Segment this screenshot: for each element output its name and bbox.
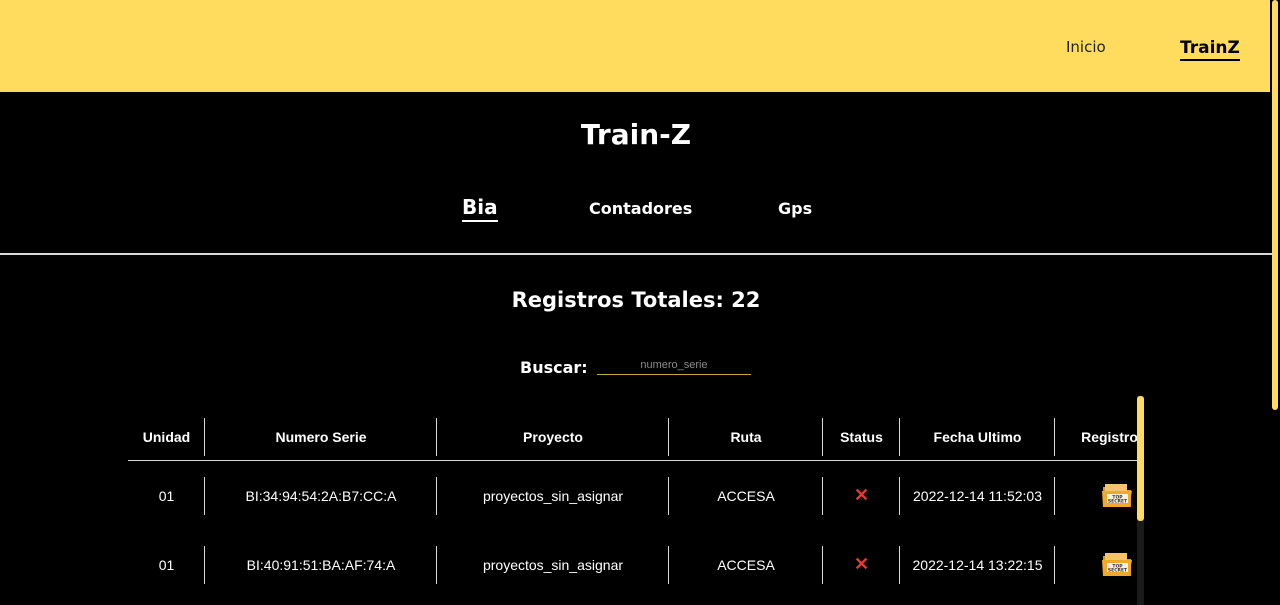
page-scrollbar-thumb[interactable]: [1272, 0, 1278, 410]
cell-status: ✕: [823, 461, 900, 531]
tab-bar: Bia Contadores Gps: [0, 195, 1272, 225]
cell-numero-serie: BI:34:94:54:2A:B7:CC:A: [205, 461, 437, 531]
table-row: 01 BI:40:91:51:BA:AF:74:A proyectos_sin_…: [128, 530, 1140, 599]
table-scrollbar-thumb[interactable]: [1137, 396, 1144, 521]
cell-status: ✕: [823, 530, 900, 599]
cell-registro: TOP SECRET: [1055, 530, 1140, 599]
cell-ruta: ACCESA: [669, 461, 823, 531]
total-records-heading: Registros Totales: 22: [511, 288, 761, 312]
tab-gps[interactable]: Gps: [778, 199, 812, 218]
section-divider: [0, 253, 1272, 255]
nav-link-inicio[interactable]: Inicio: [1066, 38, 1106, 56]
cell-numero-serie: BI:40:91:51:BA:AF:74:A: [205, 530, 437, 599]
cell-proyecto: proyectos_sin_asignar: [437, 530, 669, 599]
search-input[interactable]: [597, 356, 751, 375]
nav-link-trainz[interactable]: TrainZ: [1180, 38, 1240, 61]
column-header-numero-serie[interactable]: Numero Serie: [205, 414, 437, 461]
cell-ruta: ACCESA: [669, 530, 823, 599]
top-secret-folder-icon[interactable]: TOP SECRET: [1101, 548, 1133, 581]
table-header-row: Unidad Numero Serie Proyecto Ruta Status…: [128, 414, 1140, 461]
column-header-registro[interactable]: Registro C: [1055, 414, 1140, 461]
tab-bia[interactable]: Bia: [462, 195, 498, 222]
column-header-fecha-ultimo[interactable]: Fecha Ultimo: [900, 414, 1055, 461]
status-error-icon: ✕: [853, 485, 870, 505]
column-header-status[interactable]: Status: [823, 414, 900, 461]
table-row: 01 BI:34:94:54:2A:B7:CC:A proyectos_sin_…: [128, 461, 1140, 531]
status-error-icon: ✕: [853, 554, 870, 574]
cell-fecha-ultimo: 2022-12-14 13:22:15: [900, 530, 1055, 599]
column-header-proyecto[interactable]: Proyecto: [437, 414, 669, 461]
table-scrollbar[interactable]: [1137, 396, 1144, 605]
column-header-ruta[interactable]: Ruta: [669, 414, 823, 461]
tab-contadores[interactable]: Contadores: [589, 199, 692, 218]
records-table-container: Unidad Numero Serie Proyecto Ruta Status…: [128, 414, 1140, 605]
records-table: Unidad Numero Serie Proyecto Ruta Status…: [128, 414, 1140, 599]
cell-unidad: 01: [128, 530, 205, 599]
cell-fecha-ultimo: 2022-12-14 11:52:03: [900, 461, 1055, 531]
top-navbar: Inicio TrainZ: [0, 0, 1280, 92]
cell-registro: TOP SECRET: [1055, 461, 1140, 531]
top-secret-folder-icon[interactable]: TOP SECRET: [1101, 479, 1133, 512]
page-title: Train-Z: [580, 118, 692, 151]
column-header-unidad[interactable]: Unidad: [128, 414, 205, 461]
cell-proyecto: proyectos_sin_asignar: [437, 461, 669, 531]
search-label: Buscar:: [520, 358, 588, 377]
cell-unidad: 01: [128, 461, 205, 531]
svg-text:SECRET: SECRET: [1107, 499, 1127, 505]
svg-text:SECRET: SECRET: [1107, 568, 1127, 574]
